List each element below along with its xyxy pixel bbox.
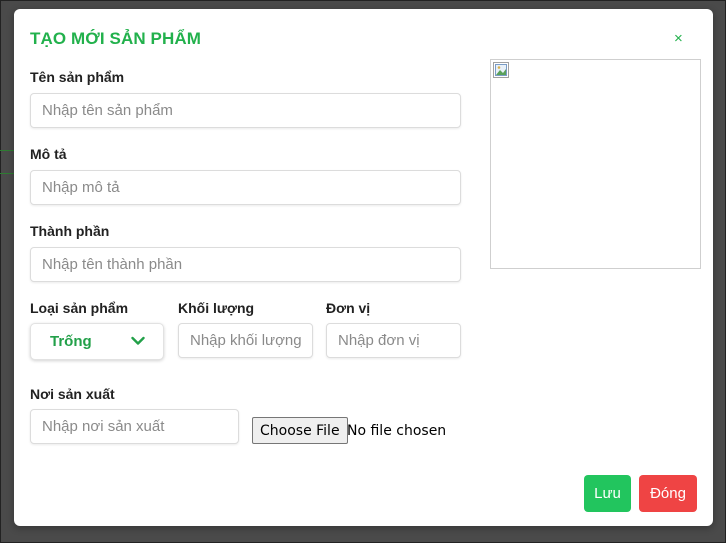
name-label: Tên sản phẩm — [30, 69, 125, 85]
category-selected-value: Trống — [50, 333, 92, 350]
save-button[interactable]: Lưu — [584, 475, 631, 512]
unit-label: Đơn vị — [326, 300, 371, 316]
close-button[interactable]: Đóng — [639, 475, 697, 512]
product-image-preview — [490, 59, 701, 269]
description-input[interactable] — [30, 170, 461, 205]
chevron-down-icon — [131, 336, 145, 345]
file-status-text: No file chosen — [347, 423, 447, 439]
weight-input[interactable] — [178, 323, 313, 358]
weight-label: Khối lượng — [178, 300, 255, 316]
ingredients-label: Thành phần — [30, 223, 110, 239]
origin-label: Nơi sản xuất — [30, 386, 115, 402]
choose-file-button[interactable]: Choose File — [252, 417, 348, 444]
create-product-modal: TẠO MỚI SẢN PHẨM × Tên sản phẩm Mô tả Th… — [14, 9, 713, 526]
description-label: Mô tả — [30, 146, 67, 162]
ingredients-input[interactable] — [30, 247, 461, 282]
category-label: Loại sản phẩm — [30, 300, 129, 316]
product-name-input[interactable] — [30, 93, 461, 128]
modal-title: TẠO MỚI SẢN PHẨM — [30, 29, 201, 48]
backdrop-element — [0, 150, 14, 174]
close-icon[interactable]: × — [674, 30, 683, 47]
category-select[interactable]: Trống — [30, 323, 164, 360]
unit-input[interactable] — [326, 323, 461, 358]
origin-input[interactable] — [30, 409, 239, 444]
broken-image-icon — [493, 62, 509, 78]
